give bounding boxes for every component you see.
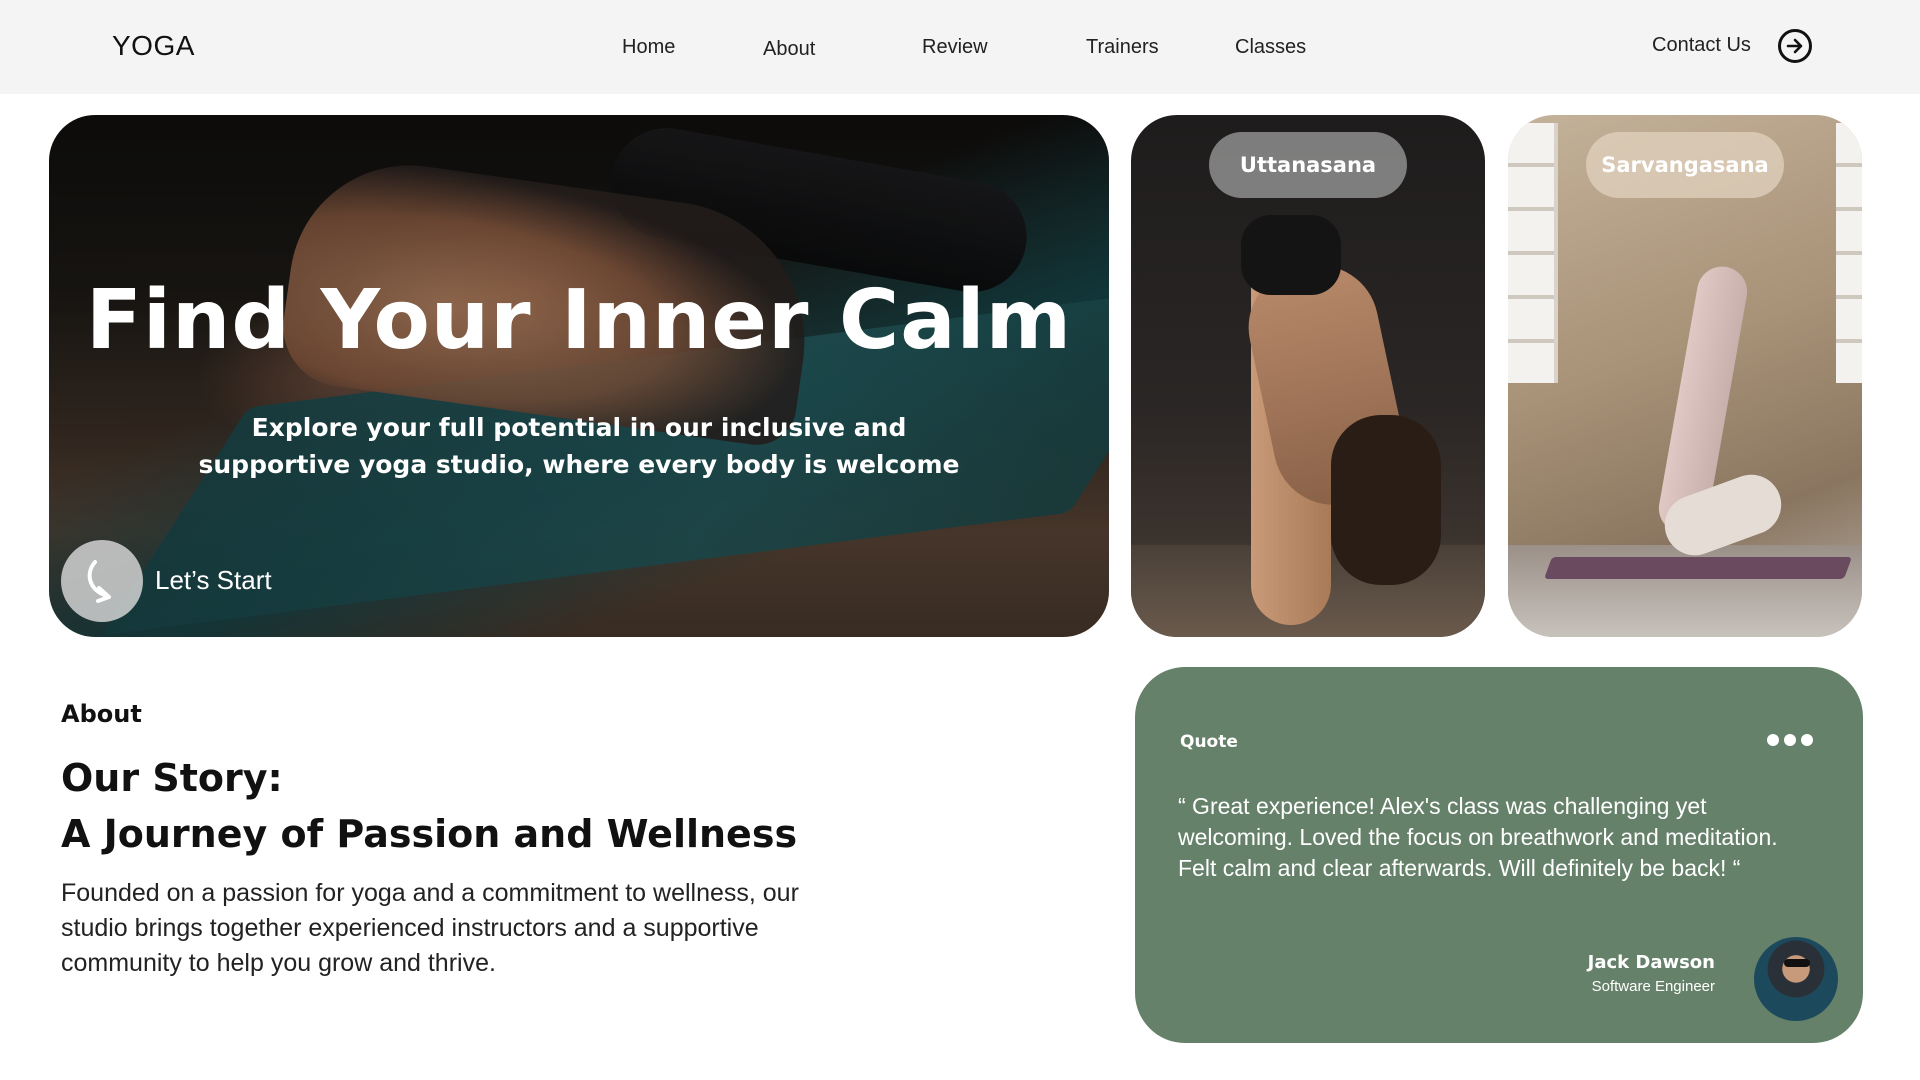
- nav-link-review[interactable]: Review: [922, 36, 988, 59]
- nav-link-about[interactable]: About: [763, 38, 815, 61]
- pose-label-uttanasana[interactable]: Uttanasana: [1209, 132, 1407, 198]
- testimonial-author-role: Software Engineer: [1591, 978, 1715, 995]
- about-title: Our Story: A Journey of Passion and Well…: [61, 750, 797, 862]
- testimonial-card: Quote “ Great experience! Alex's class w…: [1135, 667, 1863, 1043]
- hero-title: Find Your Inner Calm: [85, 273, 1073, 368]
- avatar: [1754, 937, 1838, 1021]
- lets-start-label[interactable]: Let’s Start: [155, 565, 272, 596]
- pose-card-sarvangasana[interactable]: Sarvangasana: [1508, 115, 1862, 637]
- about-title-line-2: A Journey of Passion and Wellness: [61, 812, 798, 856]
- more-options-icon[interactable]: [1762, 733, 1813, 751]
- logo[interactable]: YOGA: [112, 30, 195, 62]
- arrow-right-circle-icon[interactable]: [1778, 29, 1812, 63]
- hero-banner: Find Your Inner Calm Explore your full p…: [49, 115, 1109, 637]
- pose-card-uttanasana[interactable]: Uttanasana: [1131, 115, 1485, 637]
- nav-link-trainers[interactable]: Trainers: [1086, 36, 1159, 59]
- window: [1508, 123, 1558, 383]
- testimonial-author-name: Jack Dawson: [1587, 952, 1715, 973]
- about-eyebrow: About: [61, 700, 142, 728]
- pose-label-sarvangasana[interactable]: Sarvangasana: [1586, 132, 1784, 198]
- contact-us-link[interactable]: Contact Us: [1652, 34, 1751, 57]
- nav-link-classes[interactable]: Classes: [1235, 36, 1306, 59]
- top-navigation: YOGA Home About Review Trainers Classes …: [0, 0, 1920, 94]
- hero-subtitle: Explore your full potential in our inclu…: [198, 413, 960, 479]
- curved-arrow-icon: [87, 560, 111, 603]
- quote-label: Quote: [1180, 732, 1238, 752]
- lets-start-button[interactable]: [61, 540, 143, 622]
- about-title-line-1: Our Story:: [61, 756, 283, 800]
- about-description: Founded on a passion for yoga and a comm…: [61, 879, 799, 977]
- testimonial-text: “ Great experience! Alex's class was cha…: [1178, 793, 1778, 881]
- nav-link-home[interactable]: Home: [622, 36, 675, 59]
